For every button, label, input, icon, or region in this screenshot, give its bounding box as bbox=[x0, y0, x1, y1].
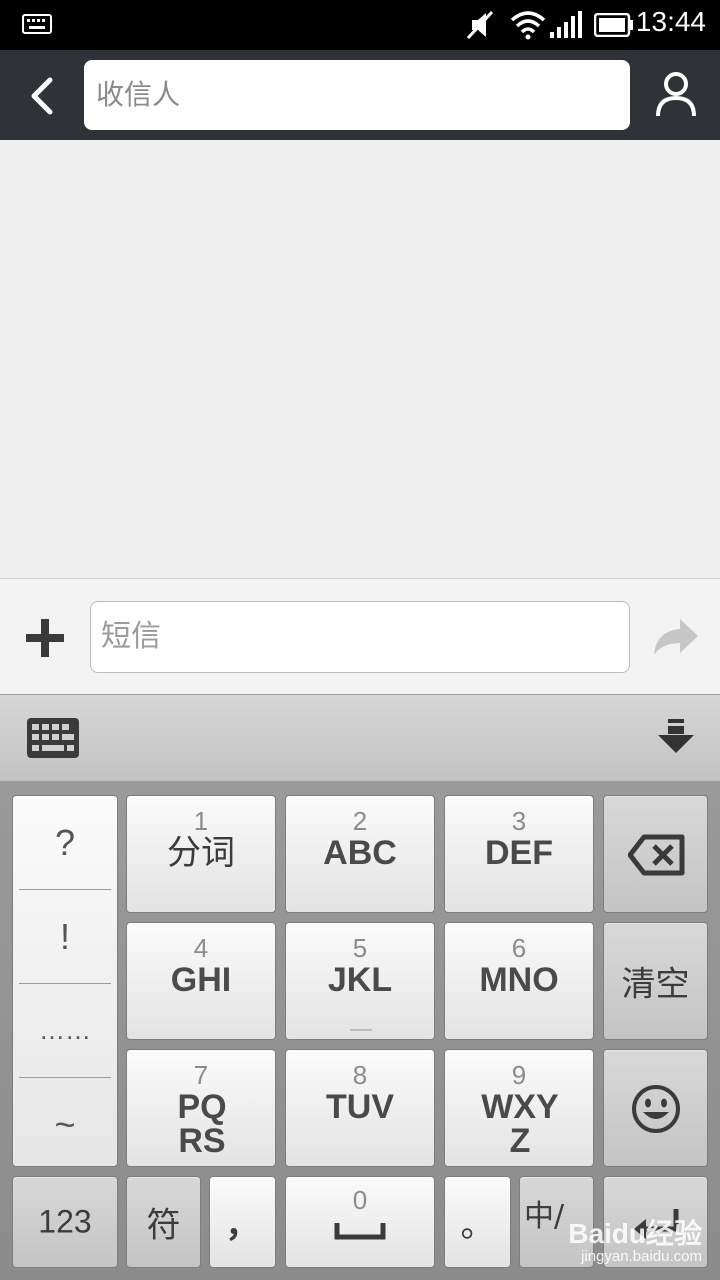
message-area bbox=[0, 140, 720, 578]
keyboard-toolbar bbox=[0, 694, 720, 782]
backspace-icon bbox=[628, 834, 685, 876]
symbol-ellipsis[interactable]: …… bbox=[13, 984, 117, 1077]
status-bar: 13:44 bbox=[0, 0, 720, 50]
key-8[interactable]: 8 TUV bbox=[285, 1049, 435, 1167]
emoji-key[interactable] bbox=[603, 1049, 708, 1167]
clear-key[interactable]: 清空 bbox=[603, 922, 708, 1040]
comma-key[interactable]: ， bbox=[209, 1176, 276, 1268]
key-1[interactable]: 1 分词 bbox=[126, 795, 276, 913]
t9-keyboard: ? ! …… ~ 1 分词 2 ABC 3 DEF 4 GHI 5 JKL 6 bbox=[0, 782, 720, 1280]
symbol-exclamation[interactable]: ! bbox=[13, 890, 117, 983]
contact-icon[interactable] bbox=[654, 70, 698, 120]
symbols-key[interactable]: 符 bbox=[126, 1176, 201, 1268]
add-attachment-icon[interactable] bbox=[24, 617, 66, 659]
watermark-url: jingyan.baidu.com bbox=[581, 1248, 702, 1265]
home-key-marker bbox=[350, 1029, 372, 1031]
period-key[interactable]: 。 bbox=[444, 1176, 511, 1268]
smiley-icon bbox=[632, 1085, 680, 1133]
baidu-watermark: Baidu经验 jingyan.baidu.com bbox=[552, 1212, 712, 1274]
numbers-key[interactable]: 123 bbox=[12, 1176, 118, 1268]
compose-bar: 短信 bbox=[0, 578, 720, 694]
key-7[interactable]: 7 PQRS bbox=[126, 1049, 276, 1167]
back-icon[interactable] bbox=[26, 76, 58, 116]
wifi-icon bbox=[510, 11, 546, 40]
backspace-key[interactable] bbox=[603, 795, 708, 913]
recipient-input[interactable]: 收信人 bbox=[84, 60, 630, 130]
symbol-question[interactable]: ? bbox=[13, 796, 117, 889]
key-5[interactable]: 5 JKL bbox=[285, 922, 435, 1040]
keyboard-status-icon bbox=[22, 14, 52, 34]
key-6[interactable]: 6 MNO bbox=[444, 922, 594, 1040]
signal-icon bbox=[550, 11, 582, 38]
sms-input[interactable]: 短信 bbox=[90, 601, 630, 673]
key-3[interactable]: 3 DEF bbox=[444, 795, 594, 913]
keyboard-switch-icon[interactable] bbox=[26, 717, 80, 759]
symbol-column: ? ! …… ~ bbox=[12, 795, 118, 1167]
key-9[interactable]: 9 WXYZ bbox=[444, 1049, 594, 1167]
battery-icon bbox=[594, 13, 633, 37]
recipient-bar: 收信人 bbox=[0, 50, 720, 140]
space-key[interactable]: 0 bbox=[285, 1176, 435, 1268]
send-icon[interactable] bbox=[652, 617, 700, 657]
status-time: 13:44 bbox=[635, 6, 706, 37]
symbol-tilde[interactable]: ~ bbox=[13, 1078, 117, 1171]
space-icon bbox=[334, 1223, 386, 1240]
hide-keyboard-icon[interactable] bbox=[656, 717, 696, 757]
key-2[interactable]: 2 ABC bbox=[285, 795, 435, 913]
mute-icon bbox=[466, 10, 494, 40]
key-4[interactable]: 4 GHI bbox=[126, 922, 276, 1040]
watermark-brand: Baidu经验 bbox=[568, 1218, 702, 1249]
